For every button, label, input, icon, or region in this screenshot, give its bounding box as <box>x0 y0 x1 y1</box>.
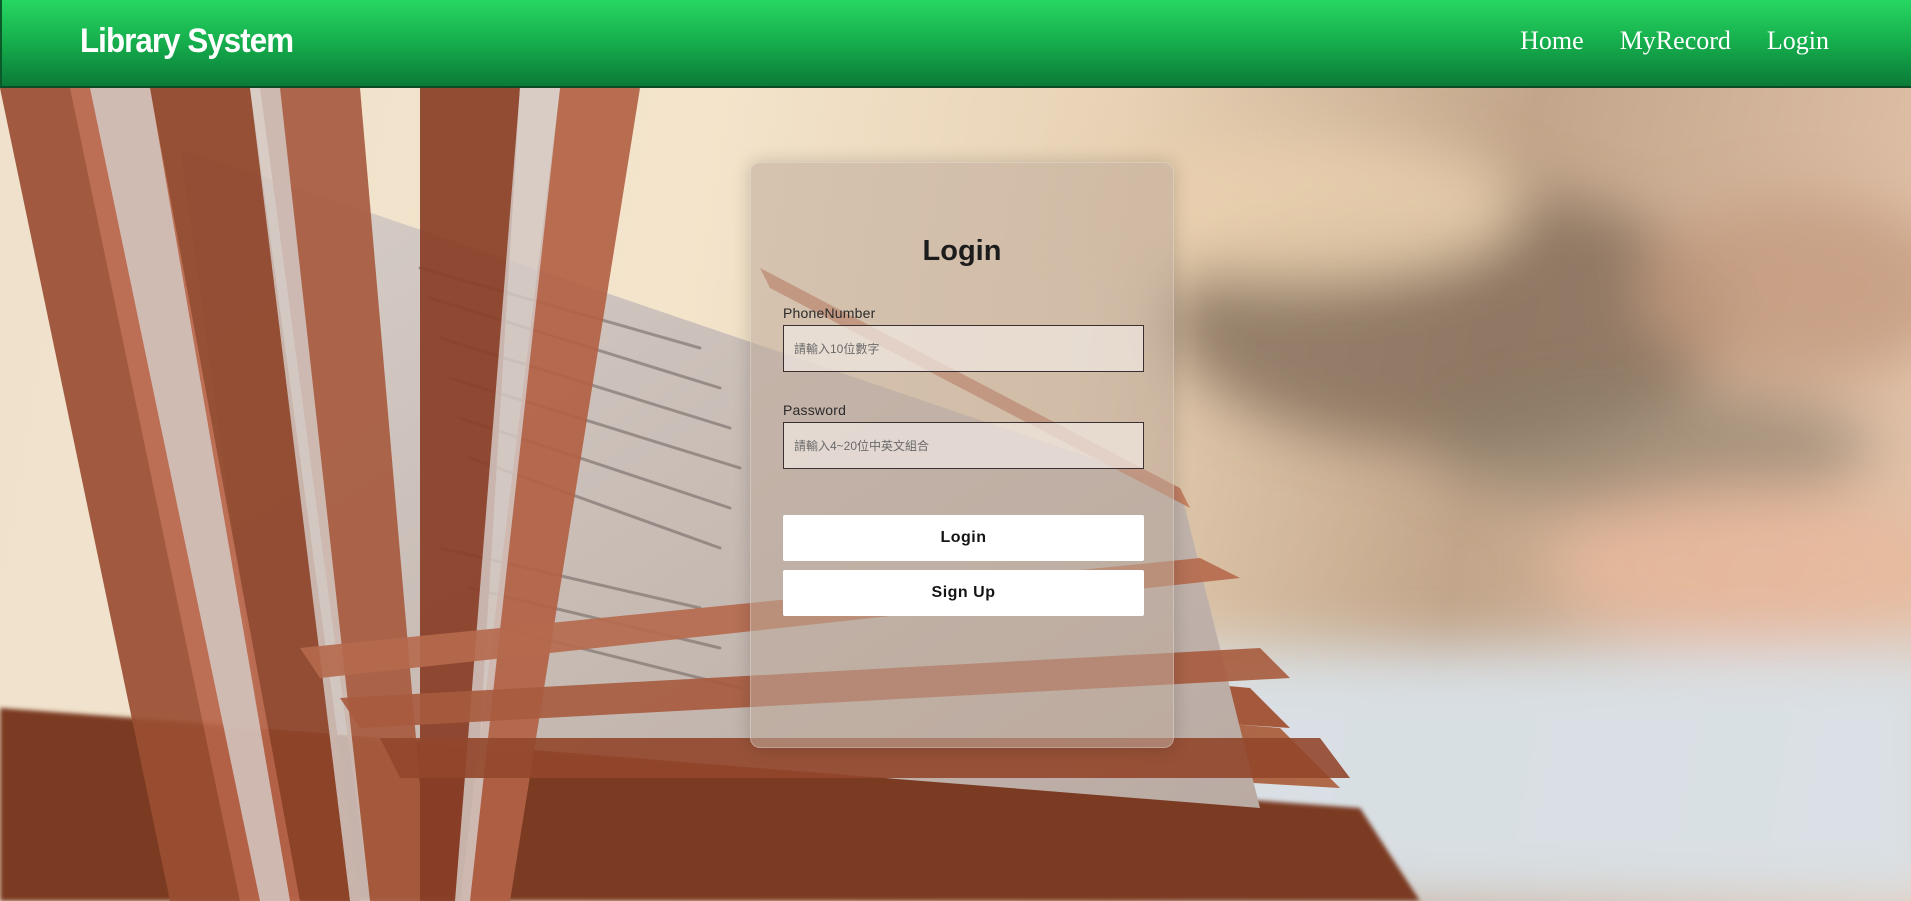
password-input[interactable] <box>783 422 1144 469</box>
nav-link-login[interactable]: Login <box>1767 26 1829 56</box>
signup-button[interactable]: Sign Up <box>783 570 1144 616</box>
top-navbar: Library System Home MyRecord Login <box>0 0 1911 88</box>
login-title: Login <box>922 235 1002 267</box>
password-label: Password <box>783 402 847 418</box>
nav-link-home[interactable]: Home <box>1520 26 1584 56</box>
brand-logo[interactable]: Library System <box>80 22 294 61</box>
main-nav: Home MyRecord Login <box>1520 26 1829 56</box>
login-card: Login PhoneNumber Password Login Sign Up <box>750 162 1174 748</box>
nav-link-myrecord[interactable]: MyRecord <box>1620 26 1731 56</box>
phone-number-input[interactable] <box>783 325 1144 372</box>
login-button[interactable]: Login <box>783 515 1144 561</box>
phone-label: PhoneNumber <box>783 305 876 321</box>
